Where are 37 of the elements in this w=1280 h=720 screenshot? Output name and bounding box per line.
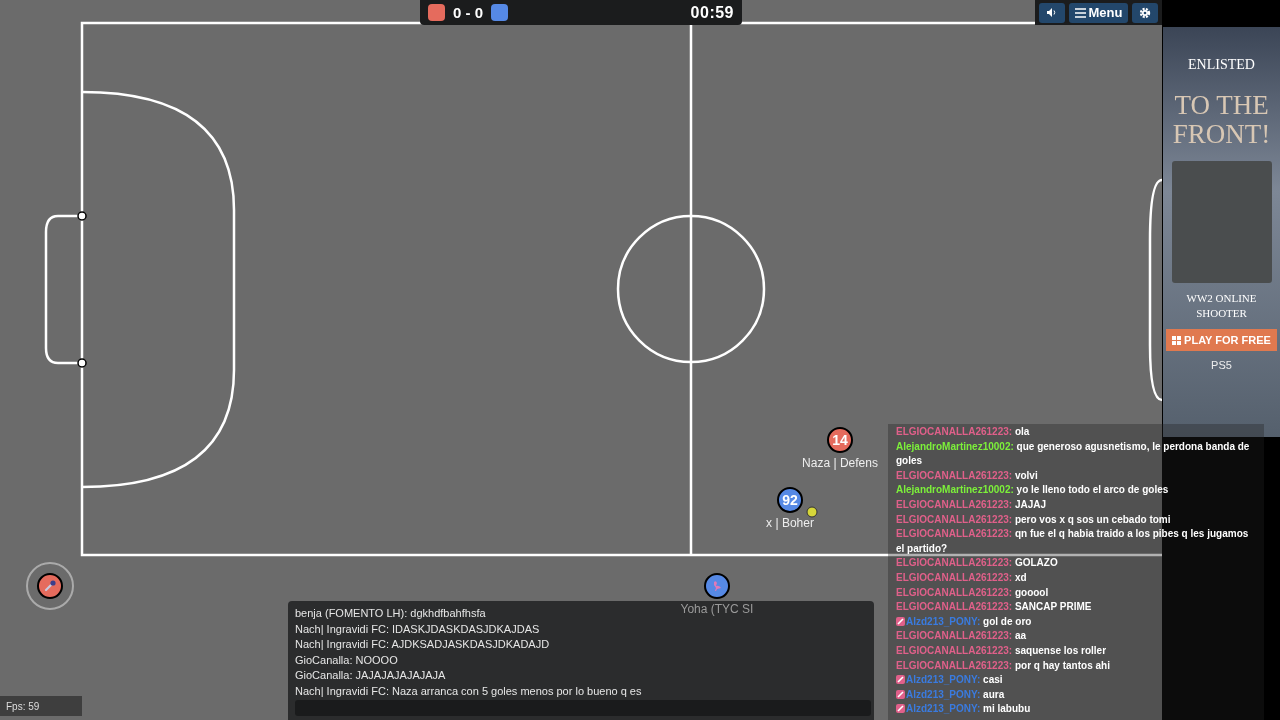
- platform-label: PS5: [1211, 359, 1232, 371]
- player-name: Yoha (TYC SI: [680, 602, 754, 616]
- ad-banner[interactable]: ENLISTED TO THE FRONT! WW2 ONLINE SHOOTER PLAY FOR FREE PS5: [1163, 27, 1280, 437]
- player-name: Naza | Defens: [802, 456, 878, 470]
- chat-message: GioCanalla: NOOOO: [295, 652, 398, 668]
- chat-message: ELGIOCANALLA261223: por q hay tantos ahi: [896, 658, 1111, 673]
- ad-tagline: WW2 ONLINE SHOOTER: [1185, 291, 1258, 321]
- chat-message: Alzd213_PONY: gol de oro: [896, 614, 1256, 630]
- chat-message: GioCanalla: JAJAJAJAJAJAJA: [295, 668, 446, 684]
- chat-message: ELGIOCANALLA261223: ola: [896, 425, 1031, 439]
- chat-message: ELGIOCANALLA261223: SANCAP PRIME: [896, 600, 1093, 615]
- ad-logo: ENLISTED: [1188, 57, 1255, 73]
- chat-message: ELGIOCANALLA261223: JAJAJ: [896, 497, 1048, 512]
- chat-message: Alzd213_PONY: mi labubu: [896, 702, 1256, 717]
- fps-counter: Fps: 59: [0, 696, 82, 716]
- chat-message: ELGIOCANALLA261223: qn fue el q habia traido a los pibes q les jugamos el partido?: [896, 527, 1250, 556]
- chat-message: Nach| Ingravidi FC: AJDKSADJASKDASJDKADAJD: [295, 637, 550, 653]
- score: 0 - 0: [453, 4, 484, 21]
- player-disc: 14: [827, 427, 853, 453]
- chat-message: ELGIOCANALLA261223: xd: [896, 570, 1028, 585]
- chat-message: ELGIOCANALLA261223: saquense los roller: [896, 643, 1108, 658]
- player-disc: 92: [777, 487, 803, 513]
- ad-headline: TO THE FRONT!: [1171, 91, 1272, 149]
- chat-message: ELGIOCANALLA261223: volvi: [896, 468, 1039, 483]
- chat-message: Nach| Ingravidi FC: Naza arranca con 5 goles menos por lo bueno q es: [295, 683, 642, 699]
- chat-message: ELGIOCANALLA261223: GOLAZO: [896, 556, 1059, 571]
- chat-message: ELGIOCANALLA261223: pero vos x q sos un cebado tomi: [896, 512, 1172, 527]
- chat-message: ELGIOCANALLA261223: gooool: [896, 585, 1050, 600]
- chat-message: Alzd213_PONY: casi: [896, 673, 1256, 688]
- menu-button[interactable]: Menu: [1068, 2, 1129, 23]
- chat-message: ELGIOCANALLA261223: aa: [896, 629, 1028, 644]
- player-name: x | Boher: [766, 516, 814, 530]
- match-timer: 00:59: [690, 3, 734, 22]
- chat-message: AlejandroMartinez10002: yo le lleno todo el arco de goles: [896, 483, 1170, 498]
- chat-message: benja (FOMENTO LH): dgkhdfbahfhsfa: [295, 606, 486, 621]
- chat-message: Nach| Ingravidi FC: IDASKJDASKDASJDKAJDAS: [295, 621, 540, 637]
- chat-message: Alzd213_PONY: aura: [896, 687, 1256, 703]
